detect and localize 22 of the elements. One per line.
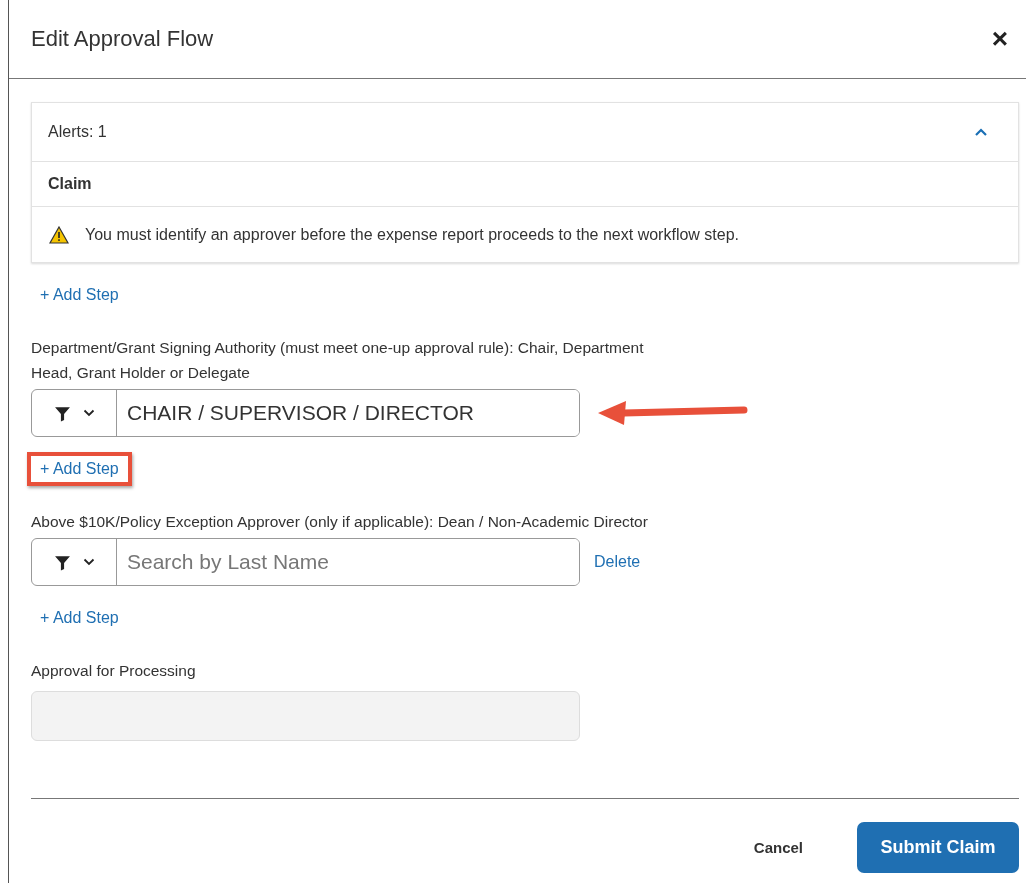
alerts-heading: Alerts: 1 — [48, 123, 107, 141]
submit-button[interactable]: Submit Claim — [857, 822, 1019, 873]
chevron-down-icon — [82, 558, 95, 566]
cancel-button[interactable]: Cancel — [747, 838, 809, 857]
add-step-link[interactable]: + Add Step — [40, 608, 119, 628]
close-button[interactable]: × — [987, 25, 1012, 53]
filter-icon — [53, 553, 71, 571]
approver-search-field[interactable]: Search by Last Name — [31, 538, 580, 586]
section-title: Claim — [48, 175, 92, 193]
add-step-link[interactable]: + Add Step — [40, 285, 119, 305]
chevron-down-icon — [82, 409, 95, 417]
add-step-link[interactable]: + Add Step — [40, 459, 119, 479]
warning-icon — [49, 225, 69, 244]
filter-icon — [53, 404, 71, 422]
alert-message: You must identify an approver before the expense report proceeds to the next workflow step. — [85, 225, 739, 244]
field-label: Department/Grant Signing Authority (must meet one-up approval rule): Chair, Department Head, Grant Holder or Delegate — [31, 338, 645, 383]
approver-search-field[interactable]: CHAIR / SUPERVISOR / DIRECTOR — [31, 389, 580, 437]
field-label: Approval for Processing — [31, 661, 197, 681]
chevron-up-icon[interactable] — [974, 127, 988, 137]
dialog-title: Edit Approval Flow — [31, 26, 214, 52]
delete-link[interactable]: Delete — [594, 553, 641, 571]
field-label: Above $10K/Policy Exception Approver (only if applicable): Dean / Non-Academic Director — [31, 512, 649, 532]
